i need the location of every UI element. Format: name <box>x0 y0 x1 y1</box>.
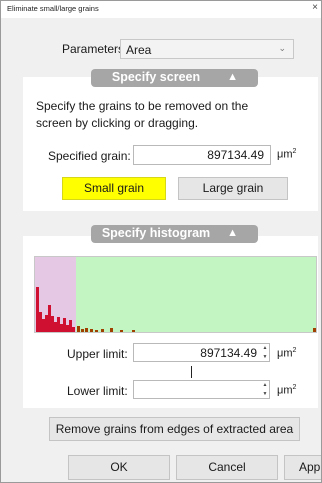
histogram-bar <box>39 312 42 332</box>
histogram-bar <box>101 329 104 332</box>
parameters-selected-value: Area <box>126 43 152 57</box>
histogram-bar <box>48 305 51 332</box>
screen-instructions-line2: screen by clicking or dragging. <box>36 116 199 130</box>
specified-grain-field: 897134.49 <box>133 145 271 165</box>
histogram-bar <box>72 327 75 332</box>
lower-limit-label: Lower limit: <box>67 384 128 398</box>
upper-limit-value: 897134.49 <box>200 346 257 360</box>
specified-grain-label: Specified grain: <box>48 149 131 163</box>
apply-button[interactable]: Apply <box>284 455 321 480</box>
histogram-bar <box>45 315 48 332</box>
specify-histogram-label: Specify histogram <box>101 226 211 240</box>
parameters-label: Parameters: <box>62 42 128 56</box>
specify-histogram-toggle[interactable]: Specify histogram ▲ <box>91 225 258 243</box>
collapse-up-icon: ▲ <box>227 227 238 239</box>
spin-down-icon[interactable]: ▼ <box>261 390 269 398</box>
histogram-bar <box>132 330 135 332</box>
close-icon[interactable]: × <box>312 2 318 13</box>
large-grain-button[interactable]: Large grain <box>178 177 288 200</box>
histogram-bar <box>57 317 60 332</box>
ok-button[interactable]: OK <box>68 455 170 480</box>
histogram-bar <box>63 318 66 332</box>
histogram-bar <box>81 329 84 332</box>
title-bar: Eliminate small/large grains × <box>1 1 321 18</box>
chevron-down-icon: ⌄ <box>278 43 286 53</box>
remove-edge-grains-button[interactable]: Remove grains from edges of extracted ar… <box>49 417 300 441</box>
histogram-bar <box>51 316 54 332</box>
screen-instructions-line1: Specify the grains to be removed on the <box>36 99 249 113</box>
histogram-plot <box>35 257 316 332</box>
lower-limit-input[interactable]: ▲ ▼ <box>133 380 270 399</box>
specify-screen-label: Specify screen <box>111 70 201 84</box>
parameters-select[interactable]: Area ⌄ <box>120 39 294 59</box>
histogram-bar <box>110 328 113 332</box>
upper-limit-label: Upper limit: <box>67 347 128 361</box>
histogram-bar <box>36 287 39 332</box>
spin-up-icon[interactable]: ▲ <box>261 344 269 352</box>
histogram-bar <box>85 328 88 332</box>
histogram-bar <box>77 326 80 332</box>
window-title: Eliminate small/large grains <box>7 4 99 13</box>
specify-screen-toggle[interactable]: Specify screen ▲ <box>91 69 258 87</box>
collapse-up-icon: ▲ <box>227 71 238 83</box>
specified-grain-unit: μm2 <box>277 148 297 161</box>
cancel-button[interactable]: Cancel <box>176 455 278 480</box>
lower-limit-unit: μm2 <box>277 384 297 397</box>
histogram-canvas[interactable] <box>34 256 317 333</box>
specified-grain-value: 897134.49 <box>207 148 264 162</box>
spin-up-icon[interactable]: ▲ <box>261 381 269 389</box>
histogram-bar <box>54 322 57 332</box>
histogram-bar <box>90 329 93 332</box>
histogram-bar <box>42 319 45 332</box>
histogram-remaining-region <box>76 257 316 332</box>
spin-down-icon[interactable]: ▼ <box>261 353 269 361</box>
histogram-bar <box>69 320 72 332</box>
small-grain-button[interactable]: Small grain <box>62 177 166 200</box>
upper-limit-spinner[interactable]: ▲ ▼ <box>261 344 269 362</box>
lower-limit-spinner[interactable]: ▲ ▼ <box>261 381 269 399</box>
eliminate-grains-dialog: Eliminate small/large grains × Parameter… <box>0 0 322 483</box>
histogram-bar <box>66 325 69 332</box>
upper-limit-unit: μm2 <box>277 347 297 360</box>
upper-limit-input[interactable]: 897134.49 ▲ ▼ <box>133 343 270 362</box>
histogram-bar <box>60 324 63 332</box>
text-cursor <box>191 366 192 378</box>
histogram-bar <box>313 328 316 332</box>
histogram-bar <box>120 330 123 332</box>
histogram-bar <box>95 330 98 332</box>
